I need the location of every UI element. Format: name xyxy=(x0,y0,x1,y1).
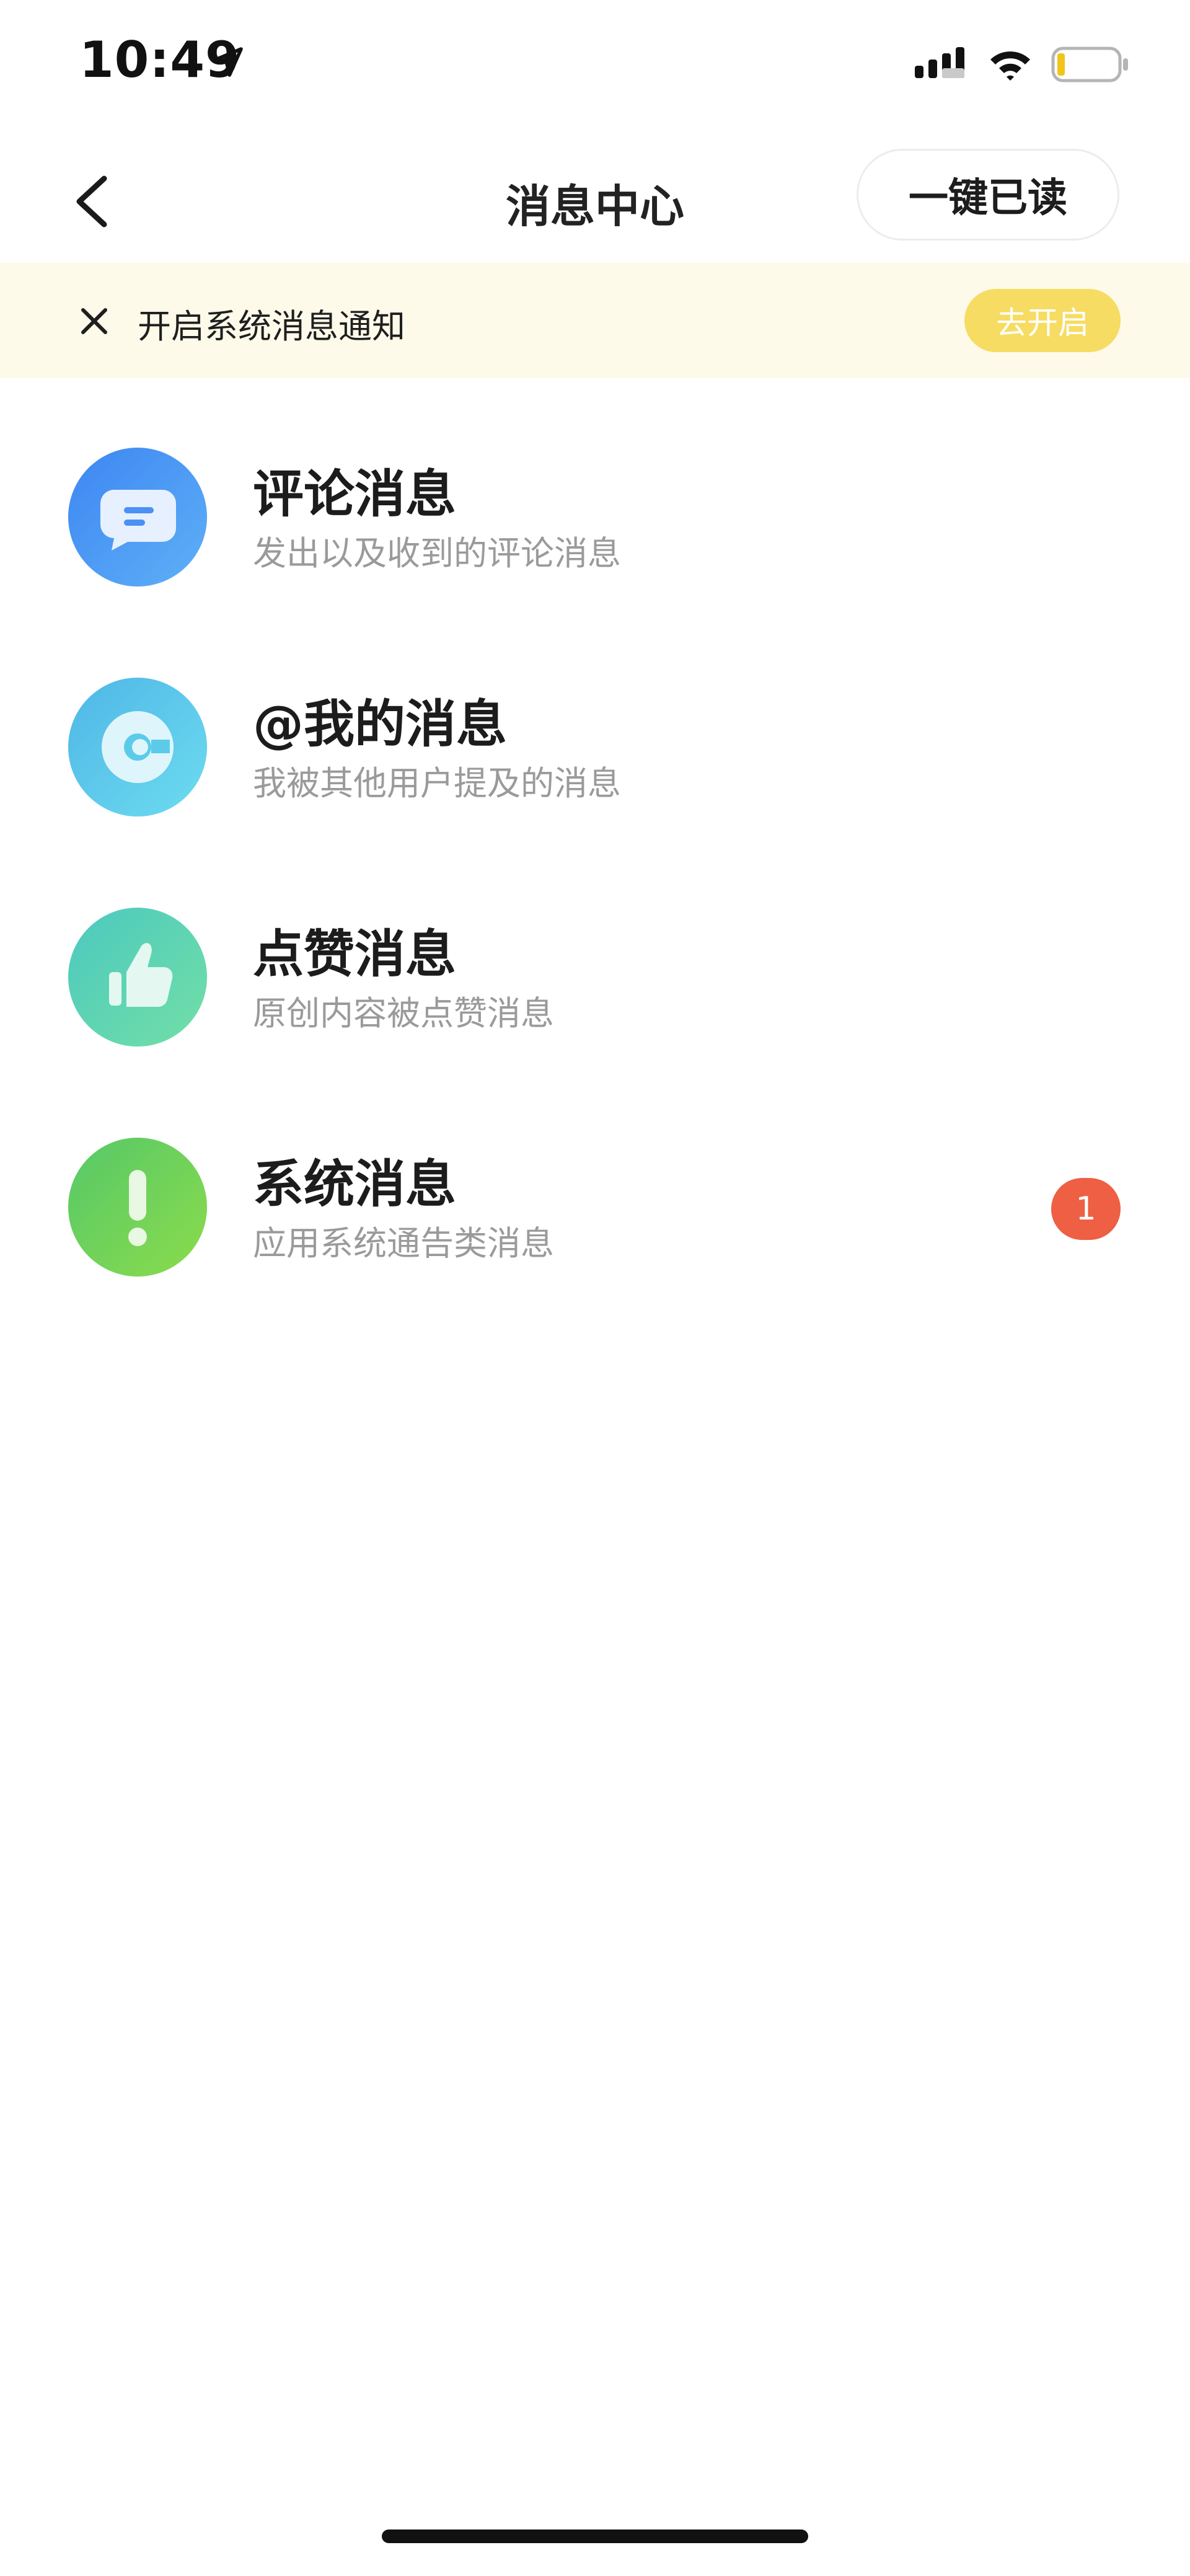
list-item-subtitle: 发出以及收到的评论消息 xyxy=(253,534,621,573)
list-item-title: 点赞消息 xyxy=(253,925,457,984)
mark-all-read-button[interactable]: 一键已读 xyxy=(857,149,1119,241)
thumbs-up-icon xyxy=(68,908,207,1047)
list-item-title: 评论消息 xyxy=(253,465,457,524)
list-item-subtitle: 我被其他用户提及的消息 xyxy=(253,764,621,803)
back-button[interactable] xyxy=(66,167,121,236)
list-item-title: 系统消息 xyxy=(253,1155,457,1214)
at-icon xyxy=(68,678,207,817)
list-item-system[interactable]: 系统消息 应用系统通告类消息 1 xyxy=(0,1107,1190,1305)
comment-icon xyxy=(68,448,207,586)
list-item-subtitle: 原创内容被点赞消息 xyxy=(253,994,554,1033)
home-indicator[interactable] xyxy=(382,2530,808,2543)
nav-bar: 消息中心 一键已读 xyxy=(0,130,1190,260)
exclamation-icon xyxy=(68,1138,207,1277)
unread-badge: 1 xyxy=(1051,1178,1121,1240)
close-icon[interactable] xyxy=(78,305,110,337)
notification-banner: 开启系统消息通知 去开启 xyxy=(0,263,1190,378)
wifi-icon xyxy=(990,51,1030,81)
list-item-comments[interactable]: 评论消息 发出以及收到的评论消息 xyxy=(0,417,1190,615)
list-item-likes[interactable]: 点赞消息 原创内容被点赞消息 xyxy=(0,877,1190,1075)
list-item-title: @我的消息 xyxy=(253,695,508,754)
list-item-mentions[interactable]: @我的消息 我被其他用户提及的消息 xyxy=(0,647,1190,845)
chevron-left-icon xyxy=(76,175,107,228)
location-arrow-icon xyxy=(213,47,243,77)
cellular-signal-icon xyxy=(915,47,964,78)
battery-icon xyxy=(1051,46,1128,82)
list-item-subtitle: 应用系统通告类消息 xyxy=(253,1224,554,1263)
banner-text: 开启系统消息通知 xyxy=(138,307,405,346)
enable-notifications-button[interactable]: 去开启 xyxy=(964,289,1121,352)
status-bar: 10:49 xyxy=(0,0,1190,130)
